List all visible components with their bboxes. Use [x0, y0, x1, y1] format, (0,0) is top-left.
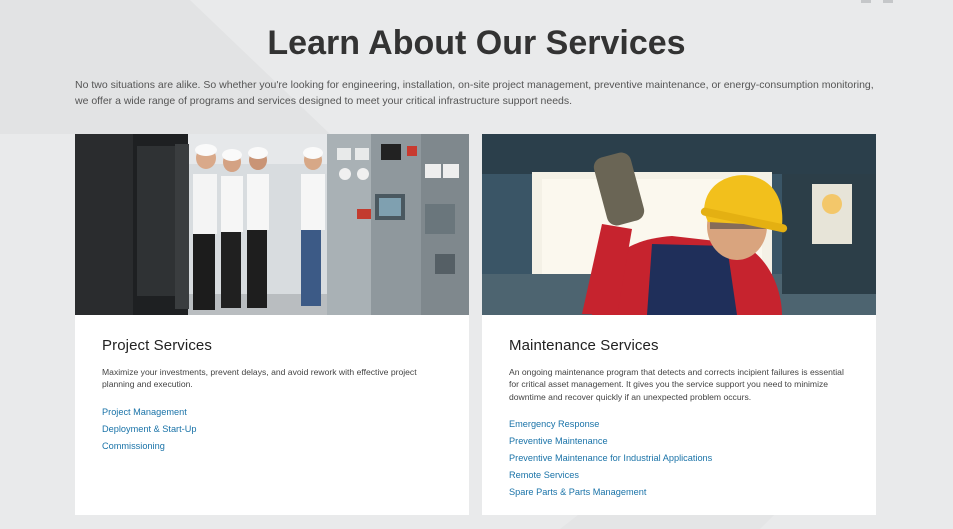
link-remote-services[interactable]: Remote Services — [509, 467, 849, 484]
link-label[interactable]: Remote Services — [509, 470, 579, 480]
card-description: An ongoing maintenance program that dete… — [509, 367, 844, 402]
card-title: Project Services — [102, 337, 212, 354]
link-label[interactable]: Spare Parts & Parts Management — [509, 487, 646, 497]
intro-paragraph: No two situations are alike. So whether … — [75, 79, 874, 107]
project-services-card: Project Services Maximize your investmen… — [75, 134, 469, 515]
link-label[interactable]: Preventive Maintenance for Industrial Ap… — [509, 453, 712, 463]
card-title: Maintenance Services — [509, 337, 659, 354]
link-label[interactable]: Emergency Response — [509, 419, 599, 429]
maintenance-services-card: Maintenance Services An ongoing maintena… — [482, 134, 876, 515]
top-utility-icons — [853, 0, 913, 4]
card-description: Maximize your investments, prevent delay… — [102, 367, 417, 390]
services-page: Learn About Our Services No two situatio… — [0, 0, 953, 529]
page-title: Learn About Our Services — [267, 24, 686, 62]
utility-icon[interactable] — [861, 0, 871, 3]
link-label[interactable]: Preventive Maintenance — [509, 436, 608, 446]
link-label[interactable]: Deployment & Start-Up — [102, 424, 196, 434]
link-label[interactable]: Commissioning — [102, 441, 165, 451]
link-preventive-maintenance[interactable]: Preventive Maintenance — [509, 433, 849, 450]
link-commissioning[interactable]: Commissioning — [102, 438, 442, 455]
link-preventive-maintenance-industrial[interactable]: Preventive Maintenance for Industrial Ap… — [509, 450, 849, 467]
link-project-management[interactable]: Project Management — [102, 404, 442, 421]
link-label[interactable]: Project Management — [102, 407, 187, 417]
project-services-links: Project Management Deployment & Start-Up… — [102, 404, 442, 455]
project-services-photo — [75, 134, 469, 315]
maintenance-services-links: Emergency Response Preventive Maintenanc… — [509, 416, 849, 501]
link-emergency-response[interactable]: Emergency Response — [509, 416, 849, 433]
utility-icon[interactable] — [883, 0, 893, 3]
link-deployment-start-up[interactable]: Deployment & Start-Up — [102, 421, 442, 438]
link-spare-parts[interactable]: Spare Parts & Parts Management — [509, 484, 849, 501]
maintenance-services-photo — [482, 134, 876, 315]
